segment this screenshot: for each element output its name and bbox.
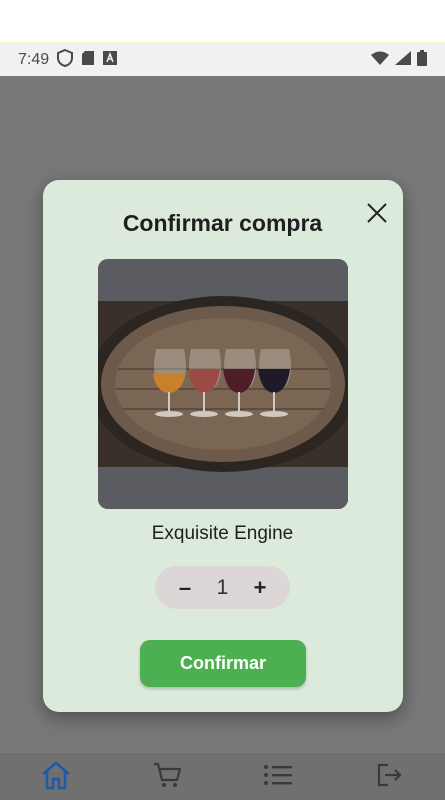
top-blank-area <box>0 0 445 42</box>
home-icon <box>40 760 72 795</box>
quantity-stepper: – 1 + <box>155 566 290 609</box>
sd-card-icon <box>81 50 95 71</box>
cart-icon <box>152 761 182 794</box>
close-icon <box>366 202 388 229</box>
list-icon <box>263 764 293 791</box>
wifi-icon <box>371 51 389 70</box>
confirm-button[interactable]: Confirmar <box>140 640 306 687</box>
increase-button[interactable]: + <box>242 570 278 606</box>
close-button[interactable] <box>364 202 390 228</box>
nav-cart[interactable] <box>147 758 187 798</box>
bottom-navigation <box>0 754 445 800</box>
wine-glasses-photo <box>98 259 348 509</box>
nav-list[interactable] <box>258 758 298 798</box>
decrease-button[interactable]: – <box>167 570 203 606</box>
signal-icon <box>395 50 411 70</box>
status-time: 7:49 <box>18 51 50 68</box>
quantity-value: 1 <box>216 575 229 599</box>
status-bar: 7:49 <box>0 44 445 76</box>
shield-icon <box>57 48 74 72</box>
product-name: Exquisite Engine <box>151 523 294 544</box>
status-right <box>371 49 427 71</box>
logout-icon <box>375 762 403 793</box>
battery-icon <box>417 49 427 71</box>
nav-logout[interactable] <box>369 758 409 798</box>
text-a-icon <box>103 50 118 70</box>
status-left: 7:49 <box>18 48 118 72</box>
nav-home[interactable] <box>36 758 76 798</box>
product-image <box>98 259 348 509</box>
